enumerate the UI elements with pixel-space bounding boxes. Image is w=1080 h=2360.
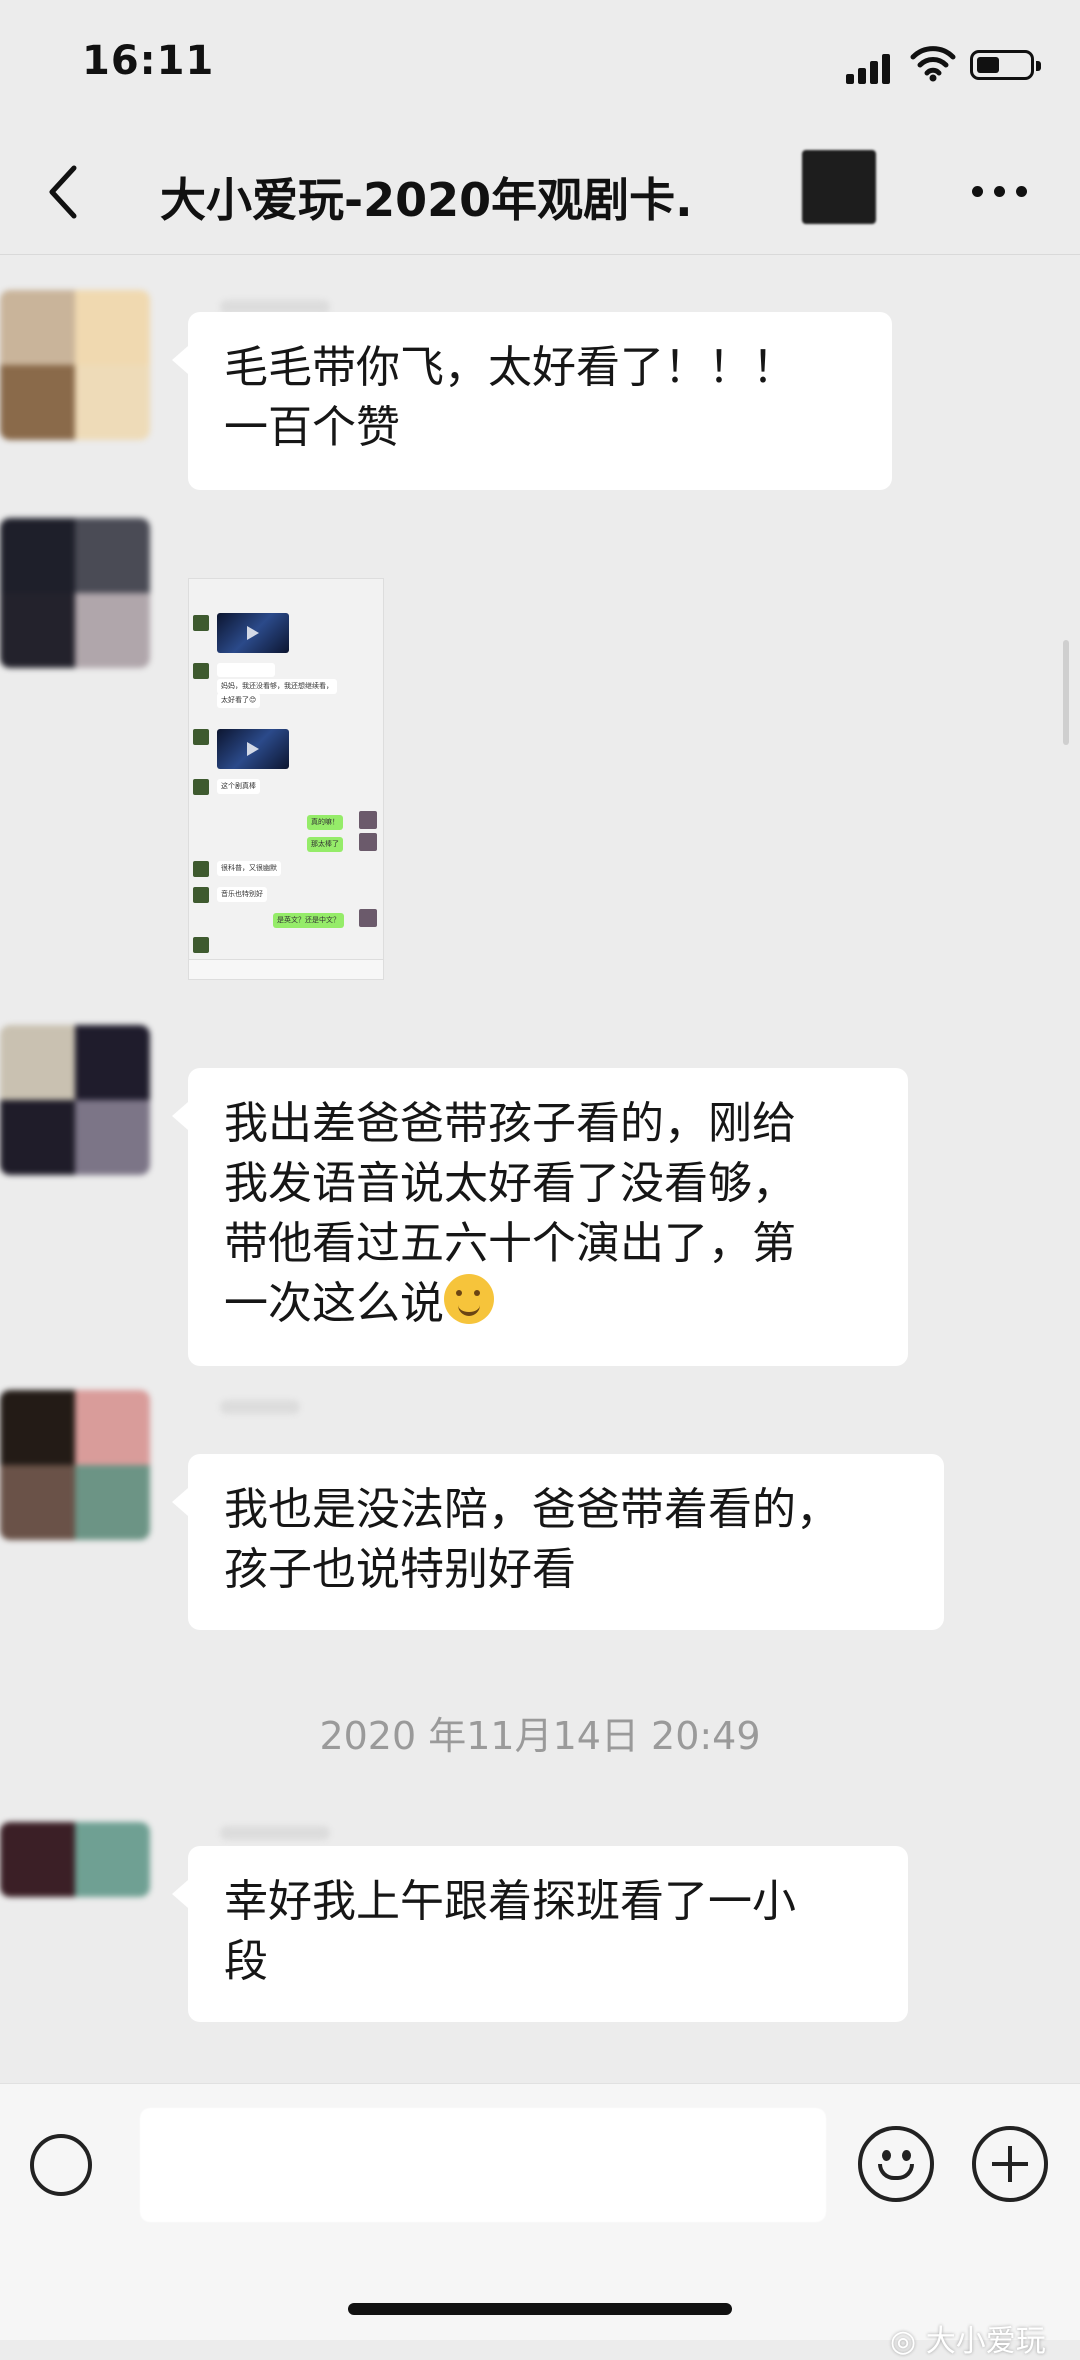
sender-name-blurred [220, 1400, 300, 1414]
message-line: 带他看过五六十个演出了，第 [224, 1218, 796, 1269]
title-fade [690, 170, 730, 220]
thinking-face-emoji-icon [444, 1274, 494, 1324]
mini-text: 妈妈，我还没看够，我还想继续看， [217, 679, 337, 694]
message-line: 孩子也说特别好看 [224, 1544, 576, 1595]
message-line: 毛毛带你飞，太好看了！！！ [224, 342, 796, 393]
mini-text: 真的嘛！ [307, 815, 343, 830]
battery-icon [970, 50, 1041, 80]
avatar[interactable] [0, 518, 150, 668]
shared-screenshot-image[interactable]: 妈妈，我还没看够，我还想继续看， 太好看了😊 这个剧真棒 真的嘛！ 那太棒了 很… [188, 578, 384, 980]
scroll-indicator [1063, 640, 1069, 745]
message-bubble[interactable]: 我出差爸爸带孩子看的，刚给 我发语音说太好看了没看够， 带他看过五六十个演出了，… [172, 1068, 908, 1366]
avatar[interactable] [0, 1822, 150, 1897]
mini-text: 太好看了😊 [217, 693, 261, 708]
sender-name-blurred [220, 1826, 330, 1840]
mini-text: 这个剧真棒 [217, 779, 260, 794]
chat-header: 大小爱玩-2020年观剧卡. [0, 130, 1080, 255]
more-dots-icon[interactable] [972, 186, 1028, 202]
mini-text: 很科普，又很幽默 [217, 861, 281, 876]
message-line: 幸好我上午跟着探班看了一小 [224, 1876, 796, 1927]
avatar[interactable] [0, 290, 150, 440]
message-bubble[interactable]: 幸好我上午跟着探班看了一小 段 [172, 1846, 908, 2022]
watermark-text: 大小爱玩 [925, 2324, 1046, 2359]
wifi-icon [910, 46, 956, 82]
header-avatar[interactable] [802, 150, 876, 224]
message-line: 段 [224, 1936, 268, 1987]
home-indicator [348, 2303, 732, 2315]
emoji-icon[interactable] [858, 2126, 934, 2202]
message-line: 我发语音说太好看了没看够， [224, 1158, 796, 1209]
message-line: 一百个赞 [224, 402, 400, 453]
message-input[interactable] [140, 2108, 826, 2222]
message-line: 我也是没法陪，爸爸带着看的， [224, 1484, 840, 1535]
avatar[interactable] [0, 1025, 150, 1175]
avatar[interactable] [0, 1390, 150, 1540]
mini-text: 那太棒了 [307, 837, 343, 852]
cellular-signal-icon [846, 50, 894, 84]
wechat-logo-icon: ◎ [890, 2324, 917, 2359]
plus-icon[interactable] [972, 2126, 1048, 2202]
message-line: 一次这么说 [224, 1278, 444, 1329]
message-line: 我出差爸爸带孩子看的，刚给 [224, 1098, 796, 1149]
input-bar [0, 2083, 1080, 2340]
time-separator: 2020 年11月14日 20:49 [319, 1714, 761, 1758]
chat-title: 大小爱玩-2020年观剧卡. [160, 173, 693, 227]
watermark: ◎ 大小爱玩 [890, 2316, 1046, 2360]
mini-text: 是英文？还是中文？ [273, 913, 344, 928]
mini-text: 音乐也特别好 [217, 887, 267, 902]
message-bubble[interactable]: 毛毛带你飞，太好看了！！！ 一百个赞 [172, 312, 892, 490]
voice-icon[interactable] [30, 2134, 92, 2196]
status-time: 16:11 [82, 38, 215, 84]
chevron-left-icon[interactable] [38, 160, 88, 224]
message-bubble[interactable]: 我也是没法陪，爸爸带着看的， 孩子也说特别好看 [172, 1454, 944, 1630]
